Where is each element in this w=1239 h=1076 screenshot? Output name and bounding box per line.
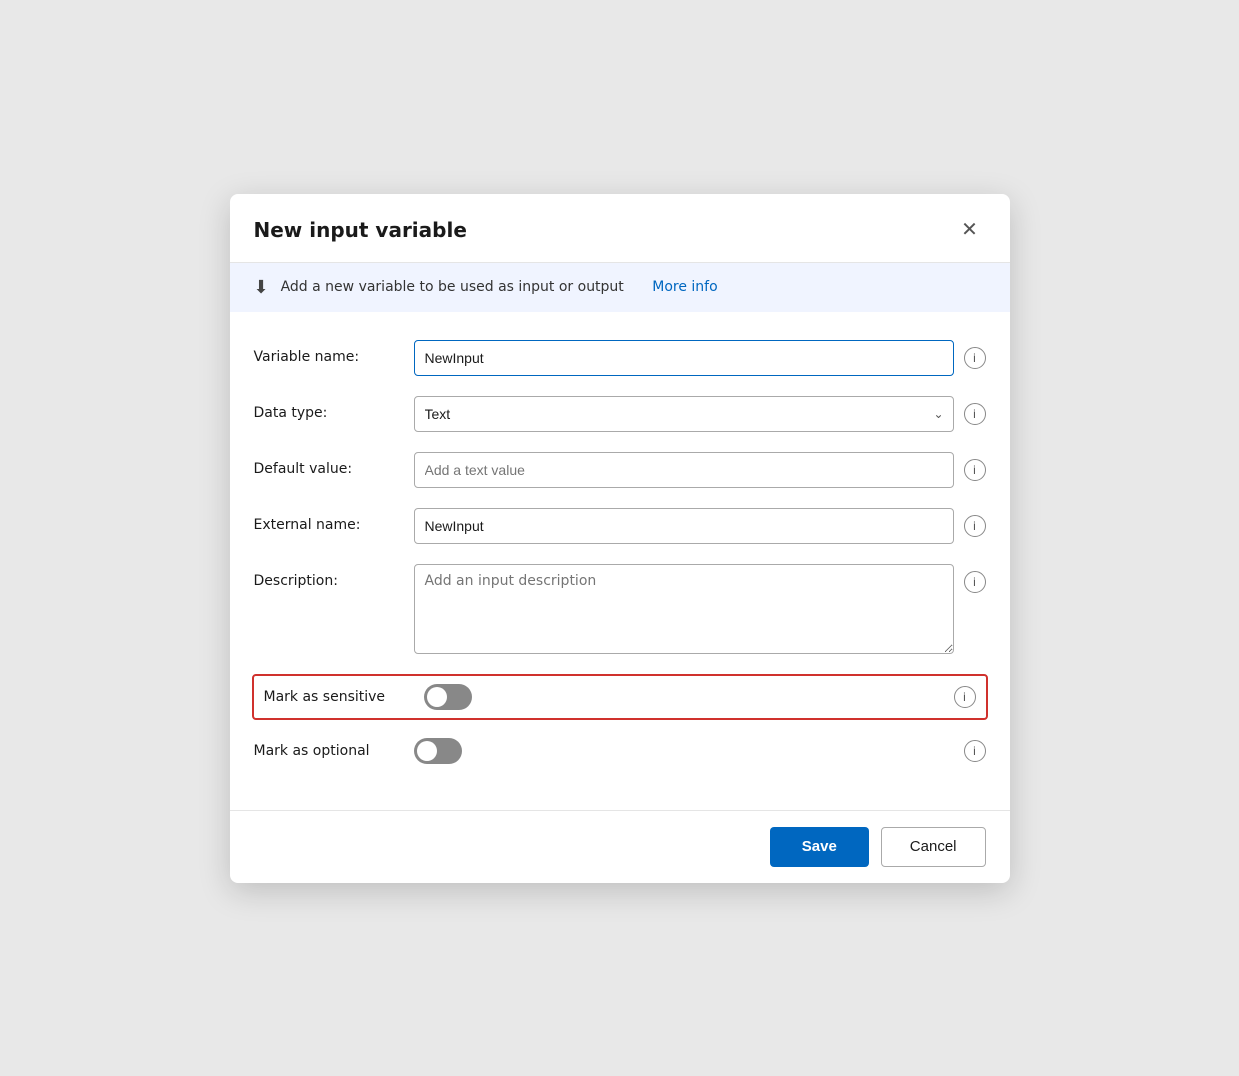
description-info-button[interactable]: i [964,571,986,593]
mark-optional-row: Mark as optional i [254,728,986,774]
data-type-control: Text Boolean Number Date List ⌄ i [414,396,986,432]
default-value-info-button[interactable]: i [964,459,986,481]
dialog-footer: Save Cancel [230,811,1010,883]
description-row: Description: i [254,564,986,654]
data-type-select[interactable]: Text Boolean Number Date List [414,396,954,432]
mark-optional-toggle[interactable] [414,738,462,764]
data-type-label: Data type: [254,396,414,421]
default-value-label: Default value: [254,452,414,477]
close-button[interactable]: ✕ [954,214,986,246]
banner-text: Add a new variable to be used as input o… [281,279,624,295]
download-icon: ⬇ [254,277,269,298]
default-value-control: i [414,452,986,488]
mark-sensitive-label: Mark as sensitive [264,689,424,705]
mark-sensitive-control: i [424,684,976,710]
mark-optional-control: i [414,738,986,764]
external-name-info-button[interactable]: i [964,515,986,537]
new-input-variable-dialog: New input variable ✕ ⬇ Add a new variabl… [230,194,1010,883]
description-control: i [414,564,986,654]
variable-name-row: Variable name: i [254,340,986,376]
mark-optional-label: Mark as optional [254,743,414,759]
save-button[interactable]: Save [770,827,869,867]
default-value-input[interactable] [414,452,954,488]
description-label: Description: [254,564,414,589]
dialog-title: New input variable [254,218,467,242]
mark-optional-info-button[interactable]: i [964,740,986,762]
description-input[interactable] [414,564,954,654]
toggle-rows-section: Mark as sensitive i Mark as optional [254,674,986,774]
data-type-row: Data type: Text Boolean Number Date List… [254,396,986,432]
variable-name-info-button[interactable]: i [964,347,986,369]
external-name-control: i [414,508,986,544]
variable-name-label: Variable name: [254,340,414,365]
external-name-label: External name: [254,508,414,533]
mark-optional-slider [414,738,462,764]
dialog-body: Variable name: i Data type: Text Boolean… [230,312,1010,794]
mark-sensitive-toggle[interactable] [424,684,472,710]
info-banner: ⬇ Add a new variable to be used as input… [230,263,1010,312]
mark-sensitive-slider [424,684,472,710]
cancel-button[interactable]: Cancel [881,827,986,867]
mark-sensitive-info-button[interactable]: i [954,686,976,708]
external-name-row: External name: i [254,508,986,544]
default-value-row: Default value: i [254,452,986,488]
dialog-header: New input variable ✕ [230,194,1010,263]
mark-sensitive-row: Mark as sensitive i [252,674,988,720]
variable-name-input[interactable] [414,340,954,376]
data-type-select-wrapper: Text Boolean Number Date List ⌄ [414,396,954,432]
variable-name-control: i [414,340,986,376]
more-info-link[interactable]: More info [652,279,717,295]
data-type-info-button[interactable]: i [964,403,986,425]
external-name-input[interactable] [414,508,954,544]
